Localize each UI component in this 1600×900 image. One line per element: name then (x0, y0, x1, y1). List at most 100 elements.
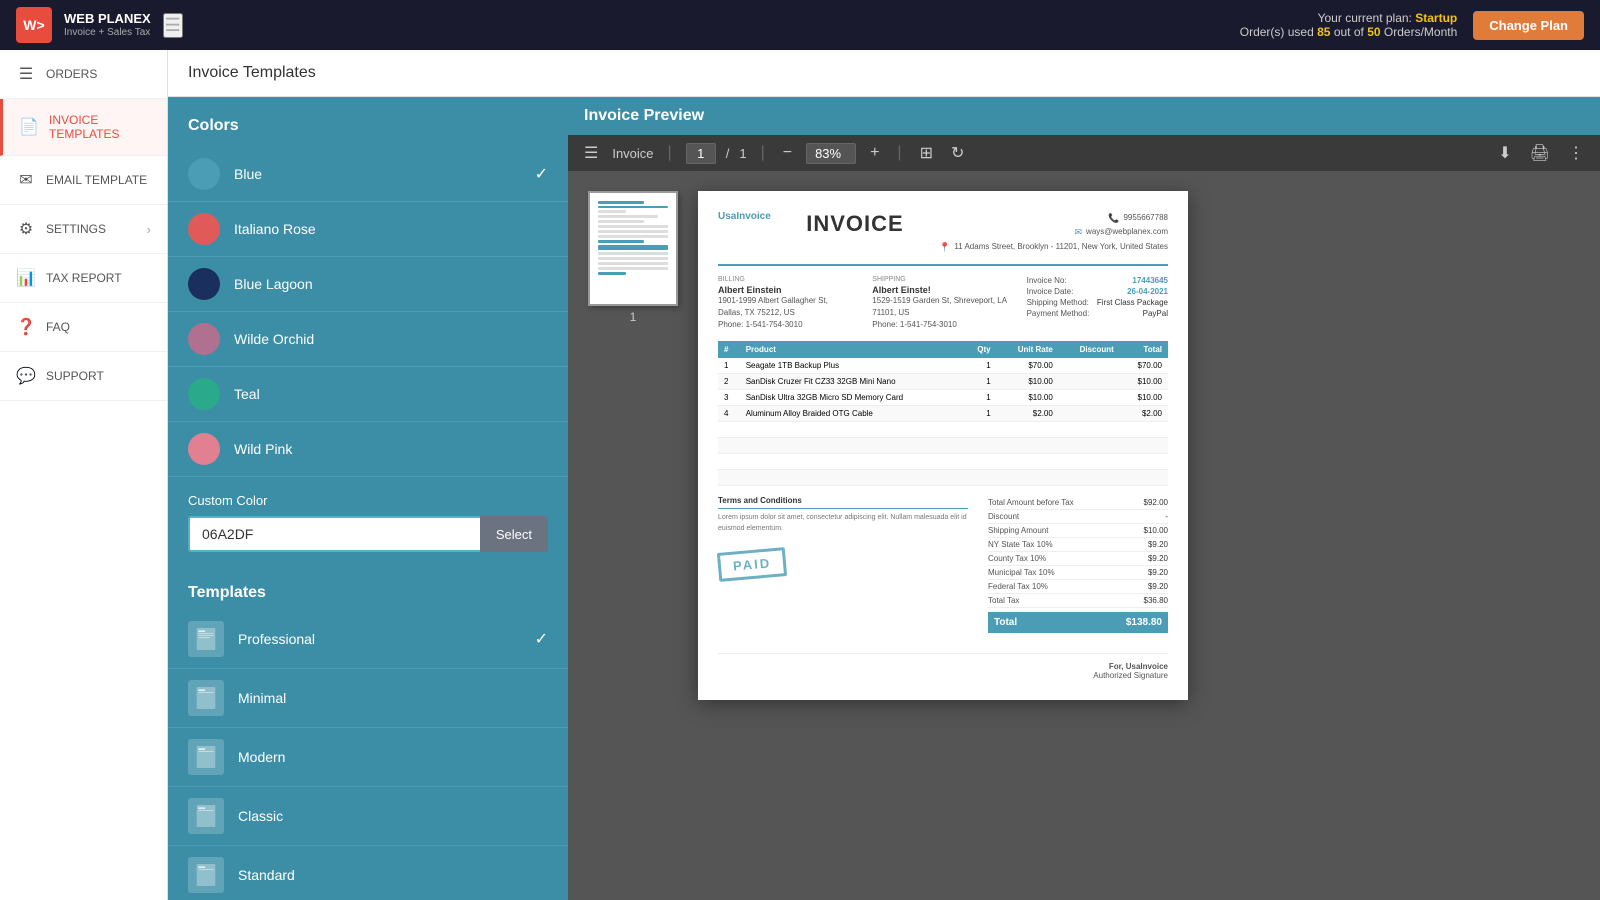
thumb-line (598, 235, 668, 238)
totals-row-label: County Tax 10% (988, 554, 1046, 563)
cell-num: 2 (718, 374, 740, 390)
table-row-empty (718, 438, 1168, 454)
toolbar-sep-3: | (897, 144, 901, 162)
grand-total-row: Total$138.80 (988, 612, 1168, 633)
toolbar-sep-1: | (668, 144, 672, 162)
download-button[interactable]: ⬇ (1494, 141, 1515, 165)
cell-product: SanDisk Ultra 32GB Micro SD Memory Card (740, 390, 964, 406)
pdf-thumbnail-area: 1 (588, 191, 678, 324)
totals-row: Total Tax$36.80 (988, 594, 1168, 608)
color-item-blue[interactable]: Blue ✓ (168, 147, 568, 202)
template-label-minimal: Minimal (238, 690, 548, 706)
template-item-minimal[interactable]: Minimal (168, 669, 568, 728)
totals-row-value: $9.20 (1148, 554, 1168, 563)
shipping-method-value: First Class Package (1097, 298, 1168, 307)
invoice-date-value: 26-04-2021 (1127, 287, 1168, 296)
color-label-wild-pink: Wild Pink (234, 441, 548, 457)
invoice-brand: UsaInvoice (718, 211, 771, 222)
template-label-professional: Professional (238, 631, 521, 647)
page-number-input[interactable] (686, 143, 716, 164)
color-swatch-wilde-orchid (188, 323, 220, 355)
custom-color-section: Custom Color Select (168, 477, 568, 568)
template-thumb-professional (188, 621, 224, 657)
zoom-input[interactable] (806, 143, 856, 164)
logo-text: WEB PLANEX Invoice + Sales Tax (64, 12, 151, 37)
print-button[interactable]: 🖨 (1526, 141, 1554, 165)
template-label-classic: Classic (238, 808, 548, 824)
invoice-contact: 📞9955667788 ✉ways@webplanex.com 📍11 Adam… (939, 211, 1168, 254)
sidebar-item-tax-report[interactable]: 📊 TAX REPORT (0, 254, 167, 303)
zoom-out-button[interactable]: − (779, 142, 796, 164)
template-item-classic[interactable]: Classic (168, 787, 568, 846)
sidebar-label-faq: FAQ (46, 320, 70, 334)
sidebar-label-support: SUPPORT (46, 369, 104, 383)
thumb-line (598, 240, 644, 243)
thumb-line (598, 272, 626, 275)
color-label-italiano-rose: Italiano Rose (234, 221, 548, 237)
faq-icon: ❓ (16, 317, 36, 337)
color-item-teal[interactable]: Teal (168, 367, 568, 422)
paid-stamp: PAID (717, 547, 787, 582)
totals-row: Discount- (988, 510, 1168, 524)
pdf-thumbnail[interactable] (588, 191, 678, 306)
color-item-blue-lagoon[interactable]: Blue Lagoon (168, 257, 568, 312)
color-swatch-blue-lagoon (188, 268, 220, 300)
totals-row-value: $9.20 (1148, 568, 1168, 577)
right-panel: Invoice Preview ☰ Invoice | / 1 | − + | (568, 97, 1600, 900)
sidebar-item-invoice-templates[interactable]: 📄 INVOICE TEMPLATES (0, 99, 167, 156)
thumb-line (598, 252, 668, 255)
billing-block: Billing Albert Einstein 1901-1999 Albert… (718, 276, 852, 331)
totals-row-value: $92.00 (1144, 498, 1168, 507)
color-item-italiano-rose[interactable]: Italiano Rose (168, 202, 568, 257)
template-item-professional[interactable]: Professional ✓ (168, 610, 568, 669)
orders-unit: Orders/Month (1384, 25, 1457, 39)
sidebar-item-faq[interactable]: ❓ FAQ (0, 303, 167, 352)
rotate-button[interactable]: ↻ (947, 141, 968, 165)
totals-row: Shipping Amount$10.00 (988, 524, 1168, 538)
col-header-rate: Unit Rate (997, 341, 1059, 358)
sidebar-label-invoice-templates: INVOICE TEMPLATES (49, 113, 151, 141)
billing-label: Billing (718, 276, 852, 283)
zoom-in-button[interactable]: + (866, 142, 883, 164)
change-plan-button[interactable]: Change Plan (1473, 11, 1584, 40)
totals-row: Total Amount before Tax$92.00 (988, 496, 1168, 510)
invoice-label: Invoice (612, 146, 653, 161)
sidebar-item-orders[interactable]: ☰ ORDERS (0, 50, 167, 99)
plan-name: Startup (1415, 11, 1457, 25)
template-item-standard[interactable]: Standard (168, 846, 568, 900)
invoice-page: UsaInvoice INVOICE 📞9955667788 ✉ways@web… (698, 191, 1188, 700)
shipping-block: Shipping Albert Einste! 1529-1519 Garden… (872, 276, 1006, 331)
color-swatch-teal (188, 378, 220, 410)
invoice-meta: Invoice No: 17443645 Invoice Date: 26-04… (1027, 276, 1168, 331)
footer-sig: Authorized Signature (718, 671, 1168, 680)
totals-row-value: $9.20 (1148, 582, 1168, 591)
sidebar-item-support[interactable]: 💬 SUPPORT (0, 352, 167, 401)
template-thumb-minimal (188, 680, 224, 716)
totals-row: Municipal Tax 10%$9.20 (988, 566, 1168, 580)
cell-qty: 1 (963, 374, 996, 390)
custom-color-select-button[interactable]: Select (480, 516, 548, 552)
thumbnail-inner (594, 197, 672, 300)
sidebar-item-email-template[interactable]: ✉ EMAIL TEMPLATE (0, 156, 167, 205)
cell-num: 1 (718, 358, 740, 374)
page-sep: / (726, 146, 730, 161)
color-item-wild-pink[interactable]: Wild Pink (168, 422, 568, 477)
page-title: Invoice Templates (188, 64, 316, 81)
toolbar-menu-button[interactable]: ☰ (580, 141, 602, 165)
color-item-wilde-orchid[interactable]: Wilde Orchid (168, 312, 568, 367)
fit-page-button[interactable]: ⊞ (916, 141, 937, 165)
custom-color-input[interactable] (188, 516, 480, 552)
plan-info: Your current plan: Startup Order(s) used… (1240, 11, 1458, 39)
more-button[interactable]: ⋮ (1564, 141, 1588, 165)
sidebar-label-email-template: EMAIL TEMPLATE (46, 173, 147, 187)
hamburger-button[interactable]: ☰ (163, 13, 183, 38)
meta-invoice-date: Invoice Date: 26-04-2021 (1027, 287, 1168, 296)
table-row: 3 SanDisk Ultra 32GB Micro SD Memory Car… (718, 390, 1168, 406)
totals-row-label: NY State Tax 10% (988, 540, 1053, 549)
billing-name: Albert Einstein (718, 285, 852, 295)
custom-color-input-row: Select (188, 516, 548, 552)
cell-discount (1059, 406, 1120, 422)
template-item-modern[interactable]: Modern (168, 728, 568, 787)
topbar-left: W> WEB PLANEX Invoice + Sales Tax ☰ (16, 7, 183, 43)
sidebar-item-settings[interactable]: ⚙ SETTINGS (0, 205, 167, 254)
